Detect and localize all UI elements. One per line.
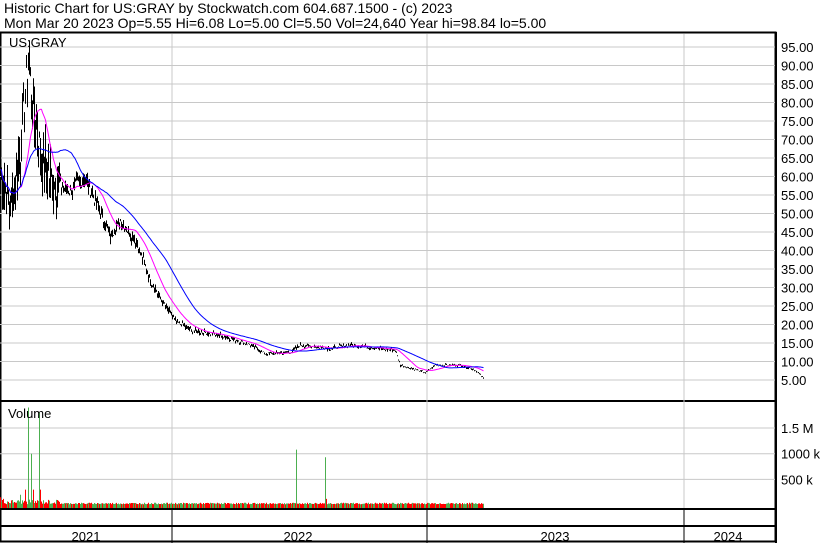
- price-tick-label: 45.00: [781, 225, 814, 240]
- price-tick-label: 40.00: [781, 244, 814, 259]
- price-tick-label: 5.00: [781, 373, 806, 388]
- year-label: 2024: [714, 529, 743, 543]
- moving-average-short-line: [0, 108, 484, 372]
- price-tick-label: 25.00: [781, 299, 814, 314]
- price-tick-label: 50.00: [781, 207, 814, 222]
- price-tick-label: 20.00: [781, 318, 814, 333]
- price-tick-label: 10.00: [781, 355, 814, 370]
- price-tick-label: 80.00: [781, 96, 814, 111]
- price-tick-label: 35.00: [781, 262, 814, 277]
- volume-tick-label: 1000 k: [781, 447, 821, 462]
- price-panel-title: US:GRAY: [9, 35, 67, 50]
- price-tick-label: 90.00: [781, 59, 814, 74]
- price-tick-label: 15.00: [781, 336, 814, 351]
- year-label: 2022: [284, 529, 313, 543]
- price-tick-label: 85.00: [781, 77, 814, 92]
- price-tick-label: 75.00: [781, 114, 814, 129]
- price-tick-label: 65.00: [781, 151, 814, 166]
- chart-window: Historic Chart for US:GRAY by Stockwatch…: [0, 0, 830, 543]
- price-tick-label: 70.00: [781, 133, 814, 148]
- price-tick-label: 60.00: [781, 170, 814, 185]
- moving-average-long-line: [0, 148, 484, 369]
- year-label: 2021: [72, 529, 101, 543]
- stock-chart: US:GRAY Volume 5.00 10.00 15.00 20.00 25.00 3…: [0, 31, 821, 543]
- price-tick-label: 95.00: [781, 40, 814, 55]
- volume-tick-label: 500 k: [781, 472, 813, 487]
- price-tick-label: 55.00: [781, 188, 814, 203]
- volume-panel-title: Volume: [8, 406, 51, 421]
- price-tick-label: 30.00: [781, 281, 814, 296]
- year-label: 2023: [541, 529, 570, 543]
- volume-tick-label: 1.5 M: [781, 421, 814, 436]
